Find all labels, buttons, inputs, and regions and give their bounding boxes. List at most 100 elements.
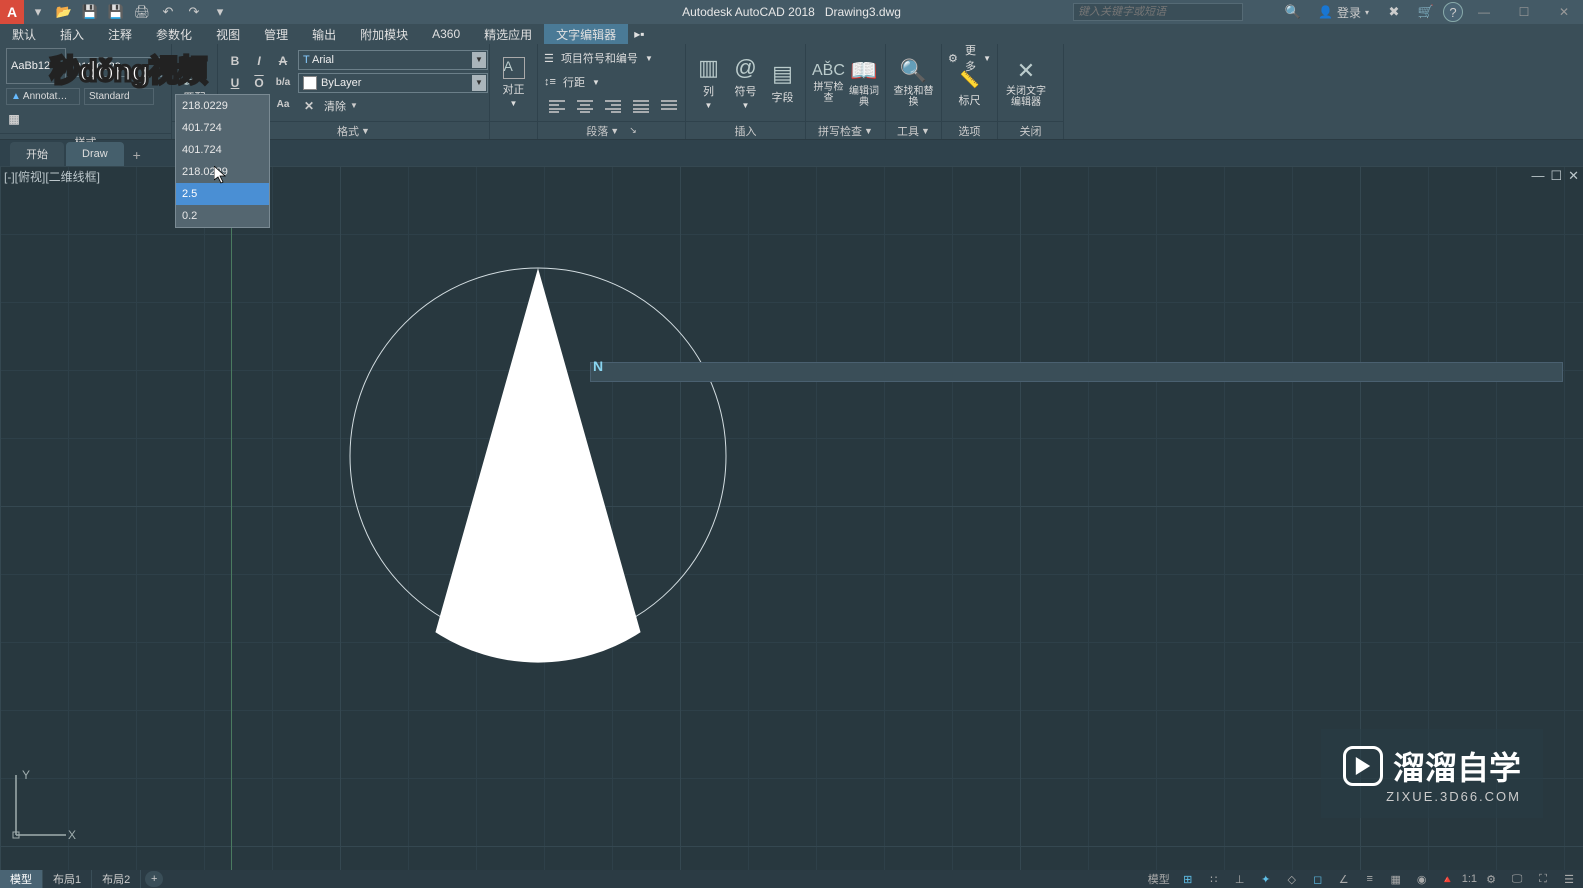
tab-overflow-icon[interactable]: ▸▪ (628, 24, 650, 44)
status-transparency-icon[interactable]: ▦ (1384, 871, 1408, 887)
columns-button[interactable]: ▥ 列▼ (692, 55, 725, 110)
close-editor-button[interactable]: ✕ 关闭文字编辑器 (1004, 58, 1048, 108)
text-height-combo[interactable]: 218.0229 (70, 57, 162, 77)
overline-button[interactable]: O (248, 73, 270, 93)
ruler-button[interactable]: 📏 标尺 (950, 70, 990, 108)
align-right-button[interactable] (600, 96, 626, 116)
open-icon[interactable]: 📂 (52, 1, 76, 23)
align-justify-button[interactable] (628, 96, 654, 116)
standard-button[interactable]: Standard (84, 88, 154, 105)
status-annoscale-icon[interactable]: 🔺 (1436, 871, 1460, 887)
dictionary-button[interactable]: 📖 编辑词典 (849, 58, 879, 108)
clear-label[interactable]: 清除 (324, 98, 346, 114)
doc-tab-start[interactable]: 开始 (10, 142, 64, 166)
status-monitor-icon[interactable]: 🖵 (1505, 871, 1529, 887)
status-scale-button[interactable]: 1:1 (1462, 871, 1477, 887)
tab-insert[interactable]: 插入 (48, 24, 96, 44)
plot-icon[interactable]: 🖨 (130, 1, 154, 23)
panel-tools-label[interactable]: 工具▼ (886, 121, 941, 139)
doc-tab-add-icon[interactable]: + (126, 144, 148, 166)
status-cycle-icon[interactable]: ◉ (1410, 871, 1434, 887)
symbol-button[interactable]: @ 符号▼ (729, 55, 762, 110)
bullets-button[interactable]: ☰ 项目符号和编号 ▼ (544, 48, 653, 68)
redo-icon[interactable]: ↷ (182, 1, 206, 23)
status-grid-icon[interactable]: ⊞ (1176, 871, 1200, 887)
stack-button[interactable]: b/a (272, 73, 294, 93)
linespace-button[interactable]: ↕≡ 行距 ▼ (544, 72, 600, 92)
align-center-button[interactable] (572, 96, 598, 116)
panel-spellcheck-label[interactable]: 拼写检查▼ (806, 121, 885, 139)
align-distribute-button[interactable] (656, 96, 682, 116)
search-icon[interactable]: 🔍 (1278, 1, 1308, 23)
mask-icon[interactable]: ▦ (6, 109, 22, 129)
tab-manage[interactable]: 管理 (252, 24, 300, 44)
tab-addins[interactable]: 附加模块 (348, 24, 420, 44)
status-otrack-icon[interactable]: ∠ (1332, 871, 1356, 887)
tab-default[interactable]: 默认 (0, 24, 48, 44)
qat-more-icon[interactable]: ▾ (208, 1, 232, 23)
history-item[interactable]: 401.724 (176, 139, 269, 161)
status-polar-icon[interactable]: ✦ (1254, 871, 1278, 887)
spellcheck-button[interactable]: AB̌C 拼写检查 (812, 62, 845, 104)
find-replace-button[interactable]: 🔍 查找和替换 (892, 58, 935, 108)
tab-layout2[interactable]: 布局2 (92, 870, 141, 888)
doc-tab-current[interactable]: Draw (66, 142, 124, 166)
drawing-viewport[interactable]: [-][俯视][二维线框] — ☐ ✕ N Y X (0, 166, 1583, 870)
history-item[interactable]: 2.5 (176, 183, 269, 205)
app-icon[interactable]: A (0, 0, 24, 24)
clear-icon[interactable]: ✕ (298, 96, 320, 116)
status-ortho-icon[interactable]: ⊥ (1228, 871, 1252, 887)
tab-parametric[interactable]: 参数化 (144, 24, 204, 44)
window-minimize-icon[interactable]: — (1465, 0, 1503, 24)
tab-output[interactable]: 输出 (300, 24, 348, 44)
save-icon[interactable]: 💾 (78, 1, 102, 23)
status-maximize-icon[interactable]: ⛶ (1531, 871, 1555, 887)
status-lweight-icon[interactable]: ≡ (1358, 871, 1382, 887)
login-button[interactable]: 👤 登录 ▾ (1310, 1, 1377, 23)
new-icon[interactable]: ▾ (26, 1, 50, 23)
status-model-button[interactable]: 模型 (1144, 871, 1174, 887)
panel-paragraph-label[interactable]: 段落▼ ↘ (538, 121, 685, 139)
status-customize-icon[interactable]: ☰ (1557, 871, 1581, 887)
text-height-value: 218.0229 (75, 61, 121, 73)
align-left-button[interactable] (544, 96, 570, 116)
add-layout-icon[interactable]: + (145, 871, 163, 887)
infocenter-search[interactable] (1073, 3, 1243, 21)
case-button[interactable]: Aa (272, 95, 294, 115)
color-combo[interactable]: ByLayer▼ (298, 73, 488, 93)
history-item[interactable]: 218.0229 (176, 161, 269, 183)
window-close-icon[interactable]: ✕ (1545, 0, 1583, 24)
history-item[interactable]: 218.0229 (176, 95, 269, 117)
tab-annotate[interactable]: 注释 (96, 24, 144, 44)
exchange-icon[interactable]: ✖ (1379, 1, 1409, 23)
tab-model[interactable]: 模型 (0, 870, 43, 888)
status-osnap-icon[interactable]: ◻ (1306, 871, 1330, 887)
status-gear-icon[interactable]: ⚙ (1479, 871, 1503, 887)
tab-text-editor[interactable]: 文字编辑器 (544, 24, 628, 44)
history-item[interactable]: 0.2 (176, 205, 269, 227)
justify-button[interactable]: A 对正 ▼ (496, 57, 531, 108)
tab-layout1[interactable]: 布局1 (43, 870, 92, 888)
underline-button[interactable]: U (224, 73, 246, 93)
cart-icon[interactable]: 🛒 (1411, 1, 1441, 23)
window-maximize-icon[interactable]: ☐ (1505, 0, 1543, 24)
status-iso-icon[interactable]: ◇ (1280, 871, 1304, 887)
strike-button[interactable]: A (272, 51, 294, 71)
field-button[interactable]: ▤ 字段 (766, 61, 799, 105)
mtext-content: N (593, 358, 603, 374)
tab-view[interactable]: 视图 (204, 24, 252, 44)
status-snap-icon[interactable]: ∷ (1202, 871, 1226, 887)
text-style-preview[interactable]: AaBb12 (6, 48, 66, 84)
italic-button[interactable]: I (248, 51, 270, 71)
saveas-icon[interactable]: 💾 (104, 1, 128, 23)
bold-button[interactable]: B (224, 51, 246, 71)
mtext-edit-box[interactable] (590, 362, 1563, 382)
more-button[interactable]: ⚙ 更多▼ (948, 48, 991, 68)
help-icon[interactable]: ? (1443, 2, 1463, 22)
annotative-button[interactable]: ▲Annotat… (6, 88, 80, 105)
font-combo[interactable]: T Arial▼ (298, 50, 488, 70)
tab-a360[interactable]: A360 (420, 24, 472, 44)
tab-featured[interactable]: 精选应用 (472, 24, 544, 44)
undo-icon[interactable]: ↶ (156, 1, 180, 23)
history-item[interactable]: 401.724 (176, 117, 269, 139)
